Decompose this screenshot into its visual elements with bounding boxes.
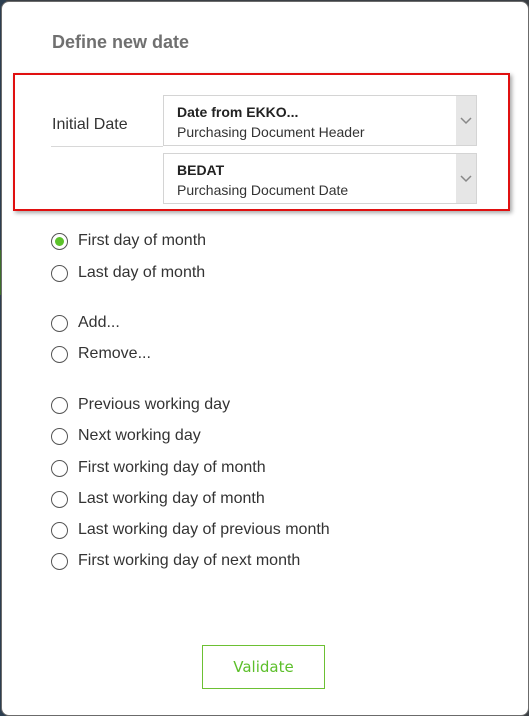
radio-button[interactable] [51,459,68,477]
select-subtitle: Purchasing Document Date [177,182,349,198]
radio-button[interactable] [51,521,68,539]
option-previous-working-day[interactable]: Previous working day [51,396,230,414]
radio-button[interactable] [51,490,68,508]
option-label: Remove... [78,345,151,362]
dropdown-button[interactable] [456,154,476,203]
select-title: BEDAT [177,162,225,178]
option-first-working-day-of-month[interactable]: First working day of month [51,459,266,477]
option-label: Add... [78,314,120,331]
option-first-day-of-month[interactable]: First day of month [51,232,206,250]
option-add[interactable]: Add... [51,314,120,332]
radio-button[interactable] [51,314,68,332]
option-next-working-day[interactable]: Next working day [51,427,201,445]
option-label: Previous working day [78,396,231,413]
option-label: First working day of next month [78,552,301,569]
option-remove[interactable]: Remove... [51,345,151,363]
select-subtitle: Purchasing Document Header [177,124,365,140]
option-label: Last working day of previous month [78,521,330,538]
divider [51,146,163,147]
radio-button[interactable] [51,427,68,445]
option-label: Last working day of month [78,490,265,507]
option-label: Last day of month [78,264,206,281]
option-label: First working day of month [78,459,266,476]
dropdown-button[interactable] [456,96,476,145]
option-last-working-day-of-month[interactable]: Last working day of month [51,490,265,508]
radio-button[interactable] [51,552,68,570]
radio-button[interactable] [51,396,68,414]
radio-button[interactable] [51,232,68,250]
chevron-down-icon [460,174,472,182]
date-field-select[interactable]: BEDAT Purchasing Document Date [163,153,477,204]
option-label: Next working day [78,427,201,444]
validate-button[interactable]: Validate [202,645,325,689]
option-first-working-day-of-next-month[interactable]: First working day of next month [51,552,300,570]
source-table-select[interactable]: Date from EKKO... Purchasing Document He… [163,95,477,146]
option-last-day-of-month[interactable]: Last day of month [51,264,205,282]
option-last-working-day-of-previous-month[interactable]: Last working day of previous month [51,521,330,539]
select-title: Date from EKKO... [177,104,299,120]
radio-button[interactable] [51,264,68,282]
radio-button[interactable] [51,345,68,363]
option-label: First day of month [78,232,207,249]
chevron-down-icon [460,116,472,124]
dialog-title: Define new date [52,32,190,52]
initial-date-label: Initial Date [52,116,128,133]
